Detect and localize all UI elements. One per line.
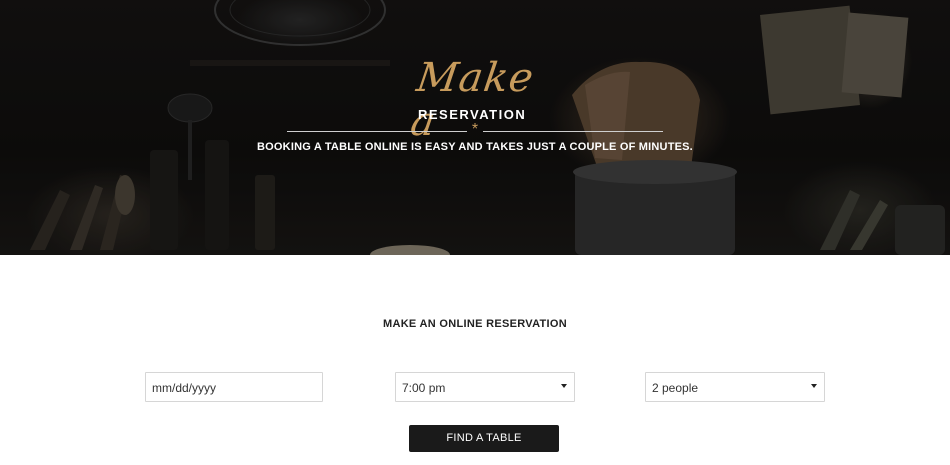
party-size-select[interactable]: 2 people — [645, 372, 825, 402]
chevron-down-icon — [561, 384, 567, 388]
date-input[interactable]: mm/dd/yyyy — [145, 372, 323, 402]
date-input-placeholder: mm/dd/yyyy — [152, 381, 217, 395]
hero-content: Make a RESERVATION * BOOKING A TABLE ONL… — [0, 0, 950, 255]
time-select-value: 7:00 pm — [402, 381, 446, 395]
time-select[interactable]: 7:00 pm — [395, 372, 575, 402]
chevron-down-icon — [811, 384, 817, 388]
find-a-table-button[interactable]: FIND A TABLE — [409, 425, 559, 452]
hero-banner: Make a RESERVATION * BOOKING A TABLE ONL… — [0, 0, 950, 255]
divider-line-right — [483, 131, 663, 132]
reservation-form-heading: MAKE AN ONLINE RESERVATION — [382, 318, 567, 330]
hero-title: RESERVATION — [418, 107, 527, 122]
party-size-select-value: 2 people — [652, 381, 699, 395]
star-icon: * — [471, 121, 479, 138]
hero-subtitle: BOOKING A TABLE ONLINE IS EASY AND TAKES… — [257, 141, 693, 153]
find-a-table-button-label: FIND A TABLE — [446, 432, 522, 444]
divider-line-left — [287, 131, 467, 132]
